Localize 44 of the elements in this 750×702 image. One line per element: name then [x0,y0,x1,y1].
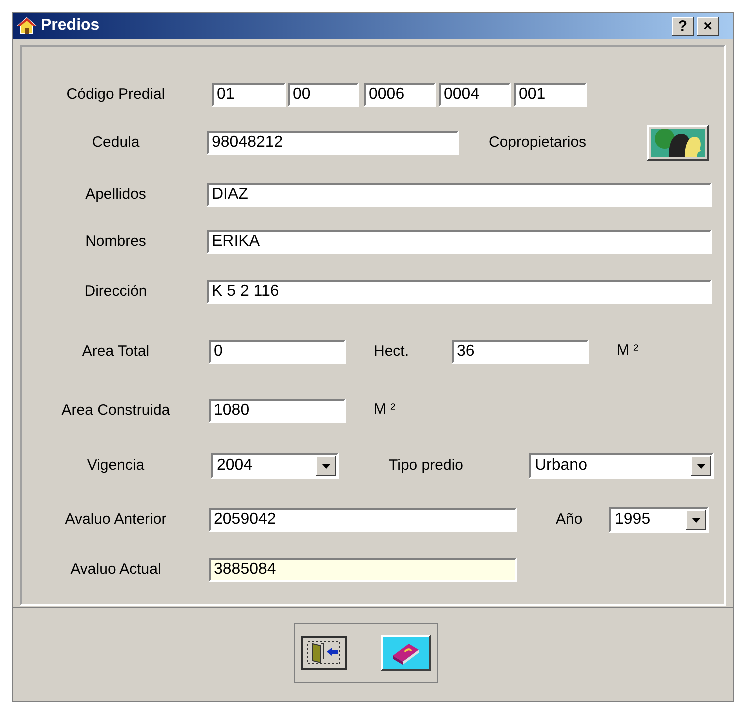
dropdown[interactable]: Urbano [529,453,714,479]
text-field[interactable]: 1080 [209,399,346,423]
text-field[interactable]: 98048212 [207,131,459,155]
help-button[interactable]: ? [672,16,694,36]
field-label: Apellidos [84,184,148,205]
unit-label: M ² [374,400,397,420]
text-field[interactable]: 3885084 [209,558,517,582]
field-label: Avaluo Anterior [64,510,168,530]
text-field[interactable]: 0 [209,340,346,364]
field-label: Nombres [84,232,148,252]
text-field[interactable]: 001 [514,83,587,107]
field-label: Area Total [81,342,151,362]
dropdown-arrow-icon [696,464,706,468]
field-label: Año [556,510,584,530]
field-label: Dirección [84,282,148,302]
field-label: Copropietarios [489,132,588,153]
text-field[interactable]: 00 [288,83,359,107]
home-icon [17,16,37,36]
window-title: Predios [41,16,101,36]
help-button[interactable] [381,635,431,671]
text-field[interactable]: 36 [452,340,589,364]
field-label: Vigencia [86,456,146,476]
field-label: Hect. [374,342,410,362]
text-field[interactable]: 01 [212,83,286,107]
dropdown-arrow-icon [322,464,330,468]
field-label: Area Construida [60,400,172,421]
text-field[interactable]: DIAZ [207,183,712,207]
dropdown[interactable]: 1995 [609,507,709,533]
dropdown[interactable]: 2004 [211,453,339,479]
field-label: Tipo predio [389,456,464,476]
field-label: Código Predial [66,84,166,105]
text-field[interactable]: K 5 2 116 [207,280,712,304]
close-button[interactable]: × [697,16,719,36]
field-label: Cedula [91,132,141,153]
unit-label: M ² [617,341,640,361]
dropdown-arrow-icon [692,518,700,522]
text-field[interactable]: 2059042 [209,508,517,532]
exit-button[interactable] [301,636,347,670]
field-label: Avaluo Actual [70,560,162,580]
text-field[interactable]: 0006 [364,83,436,107]
people-icon [651,129,705,157]
text-field[interactable]: ERIKA [207,230,712,254]
text-field[interactable]: 0004 [439,83,511,107]
co-owners-button[interactable] [647,125,709,161]
